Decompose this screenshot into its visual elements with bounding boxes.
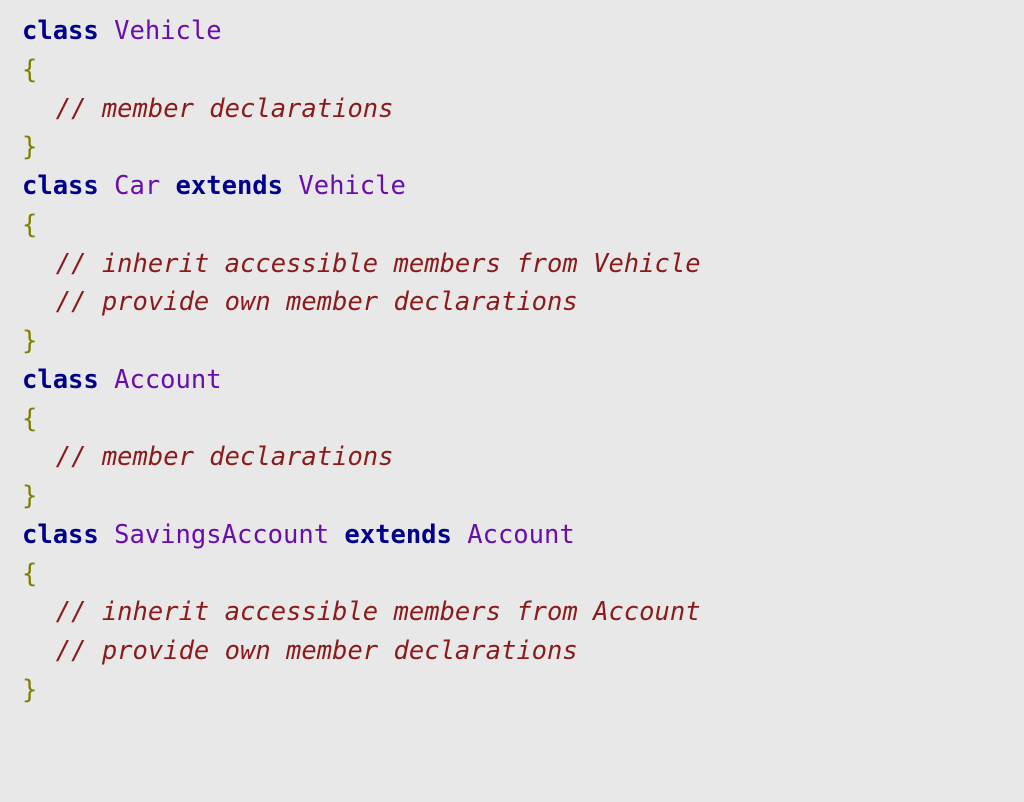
token-type: Vehicle [298,171,405,201]
token-brace: { [22,55,37,85]
token-text [99,171,114,201]
token-comment: // provide own member declarations [56,287,578,317]
token-type: Vehicle [114,16,221,46]
code-line: } [22,477,1002,516]
code-line: } [22,671,1002,710]
code-line: class Car extends Vehicle [22,167,1002,206]
token-comment: // provide own member declarations [56,636,578,666]
code-line: class Account [22,361,1002,400]
token-type: Account [114,365,221,395]
code-line: // member declarations [22,438,1002,477]
token-comment: // inherit accessible members from Vehic… [56,249,701,279]
code-block: class Vehicle { // member declarations} cla… [22,12,1002,710]
code-line: } [22,128,1002,167]
token-text [99,365,114,395]
token-kw: extends [344,520,451,550]
token-text [160,171,175,201]
token-brace: { [22,210,37,240]
token-brace: { [22,559,37,589]
token-text [99,16,114,46]
code-line: { [22,400,1002,439]
token-kw: class [22,520,99,550]
token-kw: extends [176,171,283,201]
token-comment: // inherit accessible members from Accou… [56,597,701,627]
code-line: // inherit accessible members from Accou… [22,593,1002,632]
token-text [99,520,114,550]
token-brace: { [22,404,37,434]
token-kw: class [22,16,99,46]
code-line: { [22,206,1002,245]
code-line: } [22,322,1002,361]
token-brace: } [22,132,37,162]
token-text [452,520,467,550]
code-line: class Vehicle [22,12,1002,51]
token-text [283,171,298,201]
token-kw: class [22,171,99,201]
token-type: Account [467,520,574,550]
token-comment: // member declarations [56,94,394,124]
token-brace: } [22,481,37,511]
code-line: // provide own member declarations [22,632,1002,671]
code-line: { [22,555,1002,594]
token-brace: } [22,326,37,356]
token-type: SavingsAccount [114,520,329,550]
token-type: Car [114,171,160,201]
token-brace: } [22,675,37,705]
code-line: // member declarations [22,90,1002,129]
code-line: class SavingsAccount extends Account [22,516,1002,555]
code-line: // inherit accessible members from Vehic… [22,245,1002,284]
code-line: // provide own member declarations [22,283,1002,322]
token-comment: // member declarations [56,442,394,472]
token-kw: class [22,365,99,395]
token-text [329,520,344,550]
code-line: { [22,51,1002,90]
